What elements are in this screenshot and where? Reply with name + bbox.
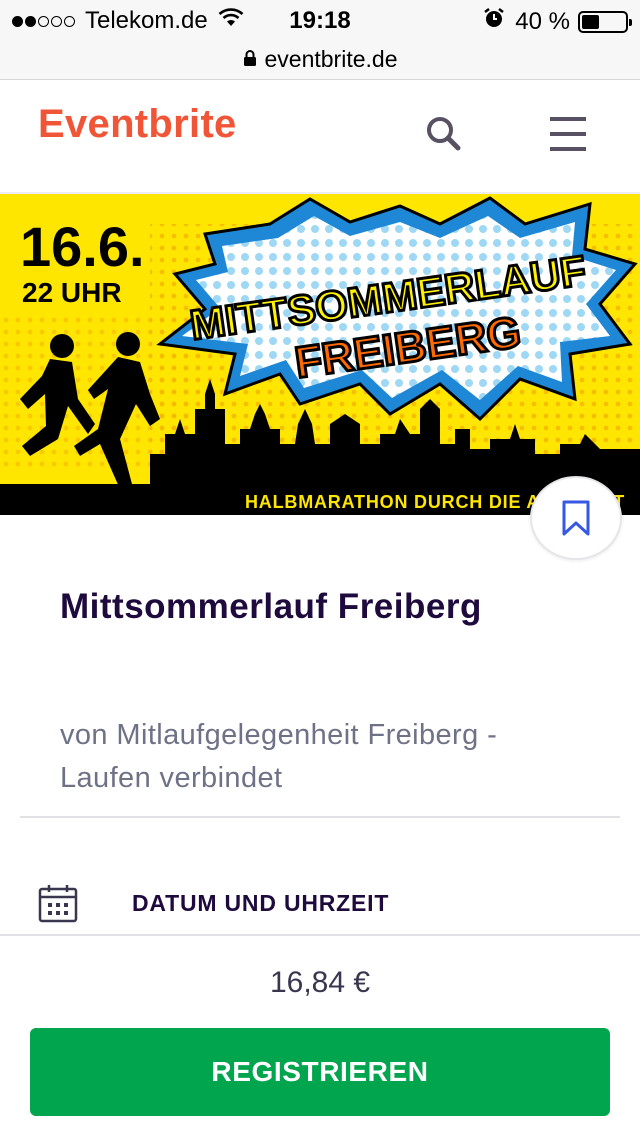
search-icon (427, 117, 461, 151)
bookmark-icon (562, 500, 590, 536)
menu-button[interactable] (544, 110, 592, 158)
event-banner-image: MITTSOMMERLAUF FREIBERG 16.6. 22 UHR HAL… (0, 194, 640, 515)
alarm-icon (483, 7, 505, 36)
calendar-icon (38, 885, 78, 923)
hamburger-menu-icon (550, 117, 586, 151)
event-organizer[interactable]: von Mitlaufgelegenheit Freiberg - Laufen… (60, 714, 580, 800)
status-bar-right: 40 % (483, 7, 632, 36)
lock-icon (243, 46, 257, 73)
banner-time: 22 UHR (22, 277, 122, 308)
site-header: Eventbrite (0, 80, 640, 194)
checkout-bar: 16,84 € REGISTRIEREN (0, 934, 640, 1136)
ticket-price: 16,84 € (269, 966, 371, 999)
banner-date: 16.6. (20, 215, 145, 278)
event-title: Mittsommerlauf Freiberg (60, 587, 482, 626)
status-bar: Telekom.de 19:18 40 % (0, 0, 640, 40)
date-time-heading: DATUM UND UHRZEIT (132, 889, 390, 916)
register-button[interactable]: REGISTRIEREN (30, 1028, 610, 1116)
battery-icon (578, 10, 632, 33)
eventbrite-logo[interactable]: Eventbrite (38, 102, 237, 147)
battery-percent: 40 % (515, 7, 570, 35)
section-divider (20, 816, 620, 818)
save-event-button[interactable] (530, 476, 622, 560)
search-button[interactable] (420, 110, 468, 158)
url-text: eventbrite.de (264, 46, 398, 72)
address-bar[interactable]: eventbrite.de (0, 40, 640, 80)
date-time-section: DATUM UND UHRZEIT (38, 878, 618, 928)
